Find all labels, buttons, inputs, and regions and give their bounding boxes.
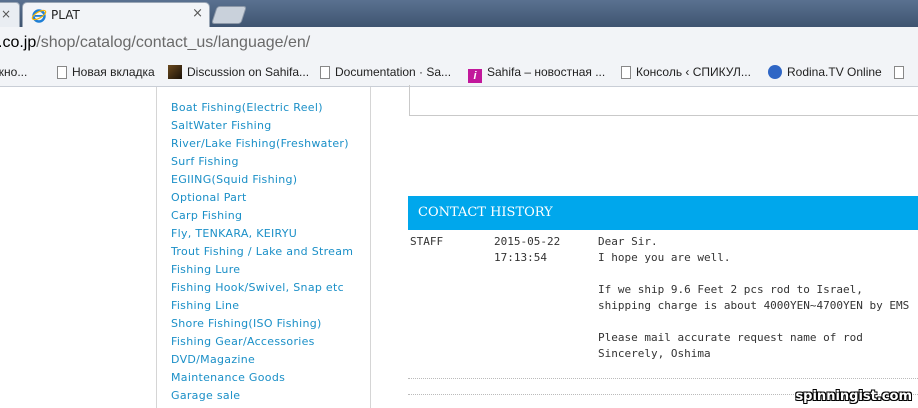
category-link[interactable]: Boat Fishing(Electric Reel) <box>171 101 323 114</box>
history-date: 2015-05-22 <box>494 235 561 248</box>
history-message-line: shipping charge is about 4000YEN~4700YEN… <box>598 299 910 312</box>
category-link[interactable]: DVD/Magazine <box>171 353 255 366</box>
bookmark-item[interactable]: Documentation · Sa... <box>320 65 451 79</box>
url-text[interactable]: .co.jp/shop/catalog/contact_us/language/… <box>0 34 310 52</box>
browser-tab-active[interactable]: PLAT × <box>22 2 210 27</box>
category-link[interactable]: Fishing Hook/Swivel, Snap etc <box>171 281 344 294</box>
history-author: STAFF <box>410 235 444 248</box>
tv-icon <box>768 65 782 79</box>
new-tab-button[interactable] <box>211 6 247 24</box>
bookmark-item[interactable]: Новая вкладка <box>57 65 155 79</box>
address-bar[interactable]: .co.jp/shop/catalog/contact_us/language/… <box>0 27 918 62</box>
category-link[interactable]: River/Lake Fishing(Freshwater) <box>171 137 349 150</box>
tab-strip: × PLAT × <box>0 0 918 27</box>
tab-close-icon[interactable]: × <box>192 6 203 21</box>
bookmark-item[interactable]: жно... <box>0 65 27 79</box>
url-path: /shop/catalog/contact_us/language/en/ <box>36 34 311 51</box>
bookmark-item[interactable]: Консоль ‹ СПИКУЛ... <box>621 65 751 79</box>
bookmark-label: Documentation · Sa... <box>335 65 452 79</box>
category-link[interactable]: Carp Fishing <box>171 209 242 222</box>
contact-form-box <box>409 85 918 116</box>
category-link[interactable]: Fishing Lure <box>171 263 240 276</box>
history-time: 17:13:54 <box>494 251 547 264</box>
browser-tab-previous[interactable]: × <box>0 2 20 27</box>
history-message-line: Sincerely, Oshima <box>598 347 711 360</box>
bookmark-label: Discussion on Sahifa... <box>187 65 310 79</box>
bookmark-label: Sahifa – новостная ... <box>487 65 606 79</box>
category-link[interactable]: Fishing Gear/Accessories <box>171 335 315 348</box>
tab-close-icon[interactable]: × <box>1 7 11 21</box>
page-icon <box>320 66 330 79</box>
category-sidebar: Boat Fishing(Electric Reel) SaltWater Fi… <box>156 87 371 408</box>
bookmark-label: жно... <box>0 65 28 79</box>
history-message-line: Dear Sir. <box>598 235 658 248</box>
category-link[interactable]: Trout Fishing / Lake and Stream <box>171 245 353 258</box>
category-link[interactable]: Garage sale <box>171 389 240 402</box>
watermark: spinningist.com <box>795 389 912 404</box>
bookmark-item[interactable]: Discussion on Sahifa... <box>168 65 309 79</box>
category-link[interactable]: EGIING(Squid Fishing) <box>171 173 297 186</box>
page-icon <box>57 66 67 79</box>
category-link[interactable]: Fishing Line <box>171 299 239 312</box>
image-icon <box>168 65 182 79</box>
bookmark-item[interactable]: i Sahifa – новостная ... <box>468 65 605 83</box>
tab-title: PLAT <box>51 8 80 22</box>
category-link[interactable]: Optional Part <box>171 191 247 204</box>
category-link[interactable]: Surf Fishing <box>171 155 239 168</box>
bookmark-item[interactable] <box>894 65 909 79</box>
page-content: Boat Fishing(Electric Reel) SaltWater Fi… <box>0 85 918 408</box>
bookmark-item[interactable]: Rodina.TV Online <box>768 65 882 79</box>
page-icon <box>894 66 904 79</box>
category-link[interactable]: SaltWater Fishing <box>171 119 272 132</box>
ie-icon <box>31 9 47 23</box>
category-link[interactable]: Shore Fishing(ISO Fishing) <box>171 317 322 330</box>
url-domain: .co.jp <box>0 34 37 51</box>
history-message-line: I hope you are well. <box>598 251 731 264</box>
page-icon <box>621 66 631 79</box>
contact-history-header: CONTACT HISTORY <box>408 196 918 230</box>
contact-history-title: CONTACT HISTORY <box>418 205 553 220</box>
i-icon: i <box>468 69 482 83</box>
bookmark-label: Rodina.TV Online <box>787 65 882 79</box>
history-message-line: If we ship 9.6 Feet 2 pcs rod to Israel, <box>598 283 863 296</box>
category-link[interactable]: Fly, TENKARA, KEIRYU <box>171 227 297 240</box>
history-message-line: Please mail accurate request name of rod <box>598 331 863 344</box>
bookmark-label: Новая вкладка <box>72 65 155 79</box>
history-divider <box>408 378 918 379</box>
bookmarks-bar: жно... Новая вкладка Discussion on Sahif… <box>0 61 918 87</box>
bookmark-label: Консоль ‹ СПИКУЛ... <box>636 65 751 79</box>
category-link[interactable]: Maintenance Goods <box>171 371 285 384</box>
